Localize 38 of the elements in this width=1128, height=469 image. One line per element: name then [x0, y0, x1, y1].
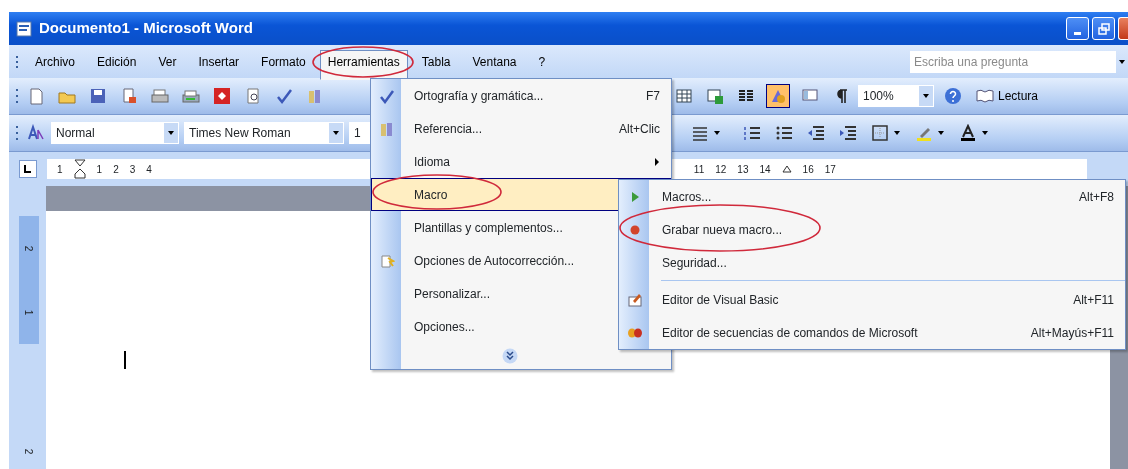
zoom-value: 100% — [863, 88, 894, 105]
font-size-value: 1 — [354, 125, 361, 142]
ruler-number: 11 — [693, 162, 705, 177]
menu-item[interactable]: Ver — [150, 49, 185, 74]
reading-layout-button[interactable]: Lectura — [974, 85, 1041, 107]
menu-item[interactable]: Editor de secuencias de comandos de Microsoft Alt+Mayús+F11 — [619, 316, 1125, 349]
help-search-field[interactable]: Escriba una pregunta — [910, 50, 1116, 73]
ruler-number: 1 — [96, 162, 103, 177]
ruler-number: 4 — [146, 162, 152, 177]
menu-item[interactable]: ? — [530, 49, 554, 74]
menu-item[interactable]: Edición — [89, 49, 145, 74]
ruler-number: 1 — [22, 309, 36, 315]
font-value: Times New Roman — [189, 125, 291, 142]
menu-item[interactable]: Formato — [253, 49, 314, 74]
menu-item[interactable]: Insertar — [190, 49, 248, 74]
style-value: Normal — [56, 125, 95, 142]
ruler-number: 2 — [113, 162, 119, 177]
menu-item[interactable]: Idioma — [371, 145, 671, 178]
menu-item[interactable]: Herramientas — [319, 49, 408, 80]
ruler-number: 14 — [759, 162, 771, 177]
ruler-number: 2 — [22, 448, 36, 455]
ruler-number: 13 — [737, 162, 749, 177]
ruler-number: 16 — [802, 162, 814, 177]
ruler-number: 3 — [129, 162, 136, 177]
font-combo[interactable]: Times New Roman — [184, 122, 344, 144]
ruler-number: 1 — [57, 162, 63, 177]
menu-item[interactable]: Archivo — [27, 49, 83, 74]
style-combo[interactable]: Normal — [51, 122, 179, 144]
zoom-combo[interactable]: 100% — [858, 85, 934, 107]
menu-item[interactable]: Editor de Visual Basic Alt+F11 — [619, 283, 1125, 316]
ruler-number: 17 — [824, 162, 836, 177]
window-title: Documento1 - Microsoft Word — [39, 18, 253, 39]
menu-item[interactable]: Seguridad... — [619, 246, 1125, 279]
menu-item[interactable]: Tabla — [413, 49, 459, 74]
ruler-number: 12 — [715, 162, 727, 177]
menu-item[interactable]: Ventana — [464, 49, 525, 74]
menu-item[interactable]: Ortografía y gramática... F7 — [371, 79, 671, 112]
ruler-number: 2 — [22, 245, 36, 251]
